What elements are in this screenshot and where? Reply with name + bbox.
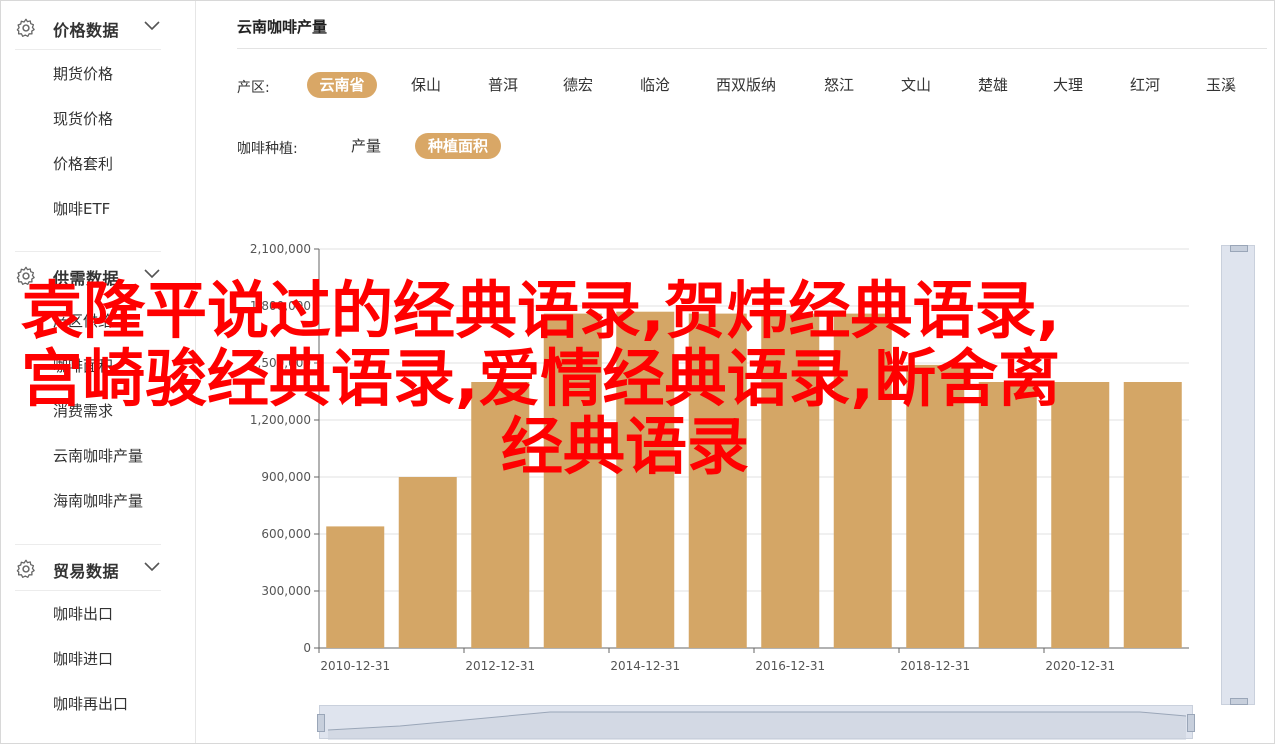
gear-icon (16, 559, 35, 578)
page-title: 云南咖啡产量 (237, 18, 328, 36)
y-tick-label: 0 (303, 641, 311, 655)
sidebar-item-consumption[interactable]: 消费需求 (53, 400, 113, 421)
sidebar-item-reexport[interactable]: 咖啡再出口 (53, 693, 128, 714)
sidebar-item-import[interactable]: 咖啡进口 (53, 648, 113, 669)
slider-handle-right[interactable] (1187, 714, 1195, 732)
sidebar-item-futures-price[interactable]: 期货价格 (53, 63, 113, 84)
bar[interactable] (1123, 382, 1182, 648)
y-tick-label: 2,100,000 (250, 242, 311, 256)
bar-chart: 0 300,000 600,000 900,000 1,200,000 1,500,000… (250, 242, 1189, 673)
gear-icon (16, 18, 35, 37)
bar[interactable] (1051, 382, 1110, 648)
sidebar-item-export[interactable]: 咖啡出口 (53, 603, 113, 624)
bar[interactable] (761, 313, 820, 648)
bar[interactable] (543, 313, 602, 648)
sidebar-item-spot-price[interactable]: 现货价格 (53, 108, 113, 129)
gear-icon (16, 266, 35, 285)
bar[interactable] (833, 313, 892, 648)
x-tick-label: 2010-12-31 (320, 659, 390, 673)
y-tick-label: 1,800,000 (250, 299, 311, 313)
y-tick-label: 600,000 (261, 527, 311, 541)
sidebar-item-hainan-output[interactable]: 海南咖啡产量 (53, 490, 143, 511)
region-chip[interactable]: 文山 (890, 72, 942, 98)
region-chip[interactable]: 普洱 (477, 72, 529, 98)
bar[interactable] (906, 364, 965, 648)
bar[interactable] (326, 526, 385, 648)
x-tick-label: 2020-12-31 (1045, 659, 1115, 673)
y-tick-label: 1,200,000 (250, 413, 311, 427)
x-tick-label: 2018-12-31 (900, 659, 970, 673)
y-tick-label: 900,000 (261, 470, 311, 484)
chevron-down-icon[interactable] (144, 268, 160, 280)
y-tick-label: 1,500,000 (250, 356, 311, 370)
chevron-down-icon[interactable] (144, 561, 160, 573)
region-chip[interactable]: 大理 (1042, 72, 1094, 98)
bar[interactable] (616, 311, 675, 648)
bar[interactable] (688, 313, 747, 648)
region-chip[interactable]: 云南省 (307, 72, 377, 98)
slider-preview (327, 711, 1187, 740)
region-chip[interactable]: 楚雄 (967, 72, 1019, 98)
sidebar-item-coffee-area[interactable]: 咖啡面积 (53, 355, 113, 376)
region-chip[interactable]: 保山 (400, 72, 452, 98)
sidebar-group-title: 供需数据 (53, 269, 120, 288)
x-tick-label: 2012-12-31 (465, 659, 535, 673)
divider (15, 590, 161, 591)
type-filter-label: 咖啡种植: (237, 141, 298, 157)
sidebar: 价格数据 期货价格 现货价格 价格套利 咖啡ETF 供需数据 产区供给 咖啡面积… (1, 1, 196, 743)
region-chip[interactable]: 临沧 (629, 72, 681, 98)
slider-handle-bottom[interactable] (1230, 698, 1248, 705)
vertical-zoom-slider[interactable] (1221, 245, 1255, 705)
divider (237, 48, 1267, 49)
sidebar-group-price[interactable]: 价格数据 (1, 3, 196, 51)
bar[interactable] (978, 382, 1037, 648)
region-filter-label: 产区: (237, 80, 270, 96)
sidebar-group-trade[interactable]: 贸易数据 (1, 544, 196, 592)
slider-handle-top[interactable] (1230, 245, 1248, 252)
x-tick-label: 2016-12-31 (755, 659, 825, 673)
sidebar-item-coffee-etf[interactable]: 咖啡ETF (53, 198, 110, 219)
sidebar-item-yunnan-output[interactable]: 云南咖啡产量 (53, 445, 143, 466)
sidebar-item-arbitrage[interactable]: 价格套利 (53, 153, 113, 174)
region-chip[interactable]: 西双版纳 (705, 72, 787, 98)
region-chip[interactable]: 德宏 (552, 72, 604, 98)
slider-handle-left[interactable] (317, 714, 325, 732)
bar[interactable] (471, 382, 530, 648)
chevron-down-icon[interactable] (144, 20, 160, 32)
region-chip[interactable]: 玉溪 (1195, 72, 1247, 98)
y-tick-label: 300,000 (261, 584, 311, 598)
bar[interactable] (398, 477, 457, 648)
type-chip[interactable]: 种植面积 (415, 133, 501, 159)
sidebar-item-region-supply[interactable]: 产区供给 (53, 310, 113, 331)
x-tick-label: 2014-12-31 (610, 659, 680, 673)
sidebar-group-supply[interactable]: 供需数据 (1, 251, 196, 299)
app-frame: 价格数据 期货价格 现货价格 价格套利 咖啡ETF 供需数据 产区供给 咖啡面积… (0, 0, 1275, 744)
divider (15, 49, 161, 50)
sidebar-group-title: 贸易数据 (53, 562, 120, 581)
sidebar-group-title: 价格数据 (53, 21, 120, 40)
region-chip[interactable]: 怒江 (813, 72, 865, 98)
type-chip[interactable]: 产量 (335, 133, 397, 159)
horizontal-zoom-slider[interactable] (317, 705, 1195, 740)
region-chip[interactable]: 红河 (1119, 72, 1171, 98)
